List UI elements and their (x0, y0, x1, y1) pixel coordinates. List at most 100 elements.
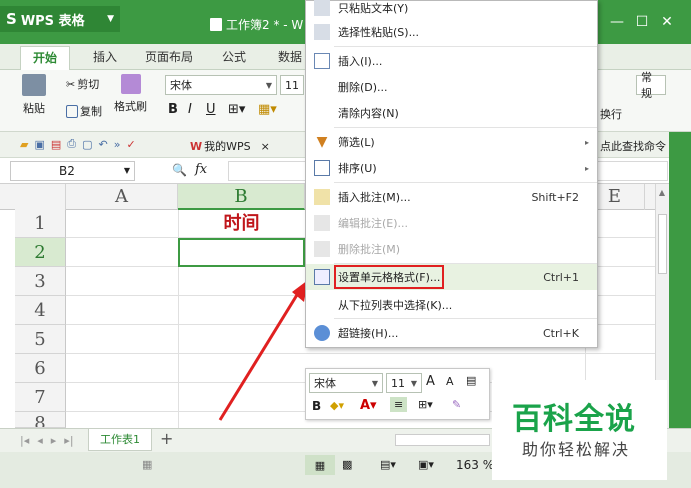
bold-button[interactable]: B (168, 102, 178, 117)
more-icon[interactable]: » (114, 138, 121, 151)
mini-toolbar: 宋体 ▼ 11 ▼ A A ▤ B ◆▾ A▾ ≡ ⊞▾ ✎ (305, 368, 490, 420)
paste-button[interactable]: 粘贴 (22, 74, 46, 116)
column-header-b[interactable]: B (178, 184, 305, 210)
add-sheet-button[interactable]: + (160, 429, 173, 448)
sheet-nav-buttons[interactable]: |◂ ◂ ▸ ▸| (20, 434, 74, 447)
font-size-select[interactable]: 11 (280, 75, 304, 95)
row-header-2[interactable]: 2 (15, 238, 66, 267)
name-box[interactable]: B2 ▼ (10, 161, 135, 181)
font-name-select[interactable]: 宋体 ▼ (165, 75, 277, 95)
underline-button[interactable]: U (206, 102, 216, 117)
tab-my-wps[interactable]: W 我的WPS × (190, 138, 270, 154)
menu-item-insert-comment[interactable]: 插入批注(M)... Shift+F2 (306, 184, 597, 210)
mini-font-color-button[interactable]: A▾ (360, 398, 377, 413)
clipboard-icon (22, 74, 46, 96)
sort-icon (314, 160, 330, 176)
tab-page-layout[interactable]: 页面布局 (145, 48, 193, 65)
fx-button[interactable]: fx (195, 162, 207, 177)
macro-record-icon[interactable]: ▦ (142, 458, 152, 471)
undo-icon[interactable]: ↶ (99, 138, 108, 151)
watermark-logo: 百科全说 助你轻松解决 (492, 380, 667, 480)
mini-border-button[interactable]: ⊞▾ (418, 398, 433, 411)
scroll-up-icon[interactable]: ▲ (656, 188, 668, 197)
menu-item-clear-contents[interactable]: 清除内容(N) (306, 100, 597, 126)
menu-item-paste-special[interactable]: 选择性粘贴(S)... (306, 19, 597, 45)
menu-item-delete-comment: 删除批注(M) (306, 236, 597, 262)
mini-fill-color-button[interactable]: ◆▾ (330, 399, 344, 412)
row-header-6[interactable]: 6 (15, 354, 66, 383)
align-center-icon: ≡ (394, 398, 404, 411)
mini-bold-button[interactable]: B (312, 399, 321, 413)
cut-button[interactable]: ✂ 剪切 (66, 76, 99, 92)
mini-format-icon[interactable]: ▤ (466, 374, 476, 387)
borders-button[interactable]: ⊞▾ (228, 102, 245, 117)
fill-color-button[interactable]: ▦▾ (258, 102, 277, 117)
format-painter-button[interactable]: 格式刷 (114, 74, 147, 114)
mini-align-center-button[interactable]: ≡ (390, 397, 408, 412)
find-command-button[interactable]: 点此查找命令 (600, 138, 666, 154)
save-icon[interactable]: ▣ (34, 138, 44, 151)
row-header-5[interactable]: 5 (15, 325, 66, 354)
tab-home[interactable]: 开始 (20, 46, 71, 70)
row-header-3[interactable]: 3 (15, 267, 66, 296)
tab-formula[interactable]: 公式 (222, 48, 246, 65)
tab-insert[interactable]: 插入 (93, 48, 117, 65)
normal-view-button[interactable]: ▦ (305, 455, 335, 475)
prev-sheet-icon[interactable]: ◂ (37, 434, 43, 447)
paste-text-icon (314, 0, 330, 16)
copy-button[interactable]: 复制 (66, 103, 102, 119)
row-header-4[interactable]: 4 (15, 296, 66, 325)
print-icon[interactable]: ⎙ (67, 137, 76, 151)
row-header-1[interactable]: 1 (15, 210, 66, 238)
sheet-tab-1[interactable]: 工作表1 (88, 429, 152, 451)
mini-font-name-select[interactable]: 宋体 ▼ (309, 373, 383, 393)
menu-item-hyperlink[interactable]: 超链接(H)... Ctrl+K (306, 320, 597, 346)
cell-b1[interactable]: 时间 (178, 210, 305, 238)
close-icon[interactable]: ✕ (655, 14, 679, 30)
minimize-icon[interactable]: — (605, 14, 629, 30)
page-layout-view-button[interactable]: ▤▾ (380, 458, 396, 471)
tab-data[interactable]: 数据 (278, 48, 302, 65)
number-format-select[interactable]: 常规 (636, 71, 666, 100)
shrink-font-button[interactable]: A (446, 375, 454, 388)
red-arrow-annotation (218, 280, 308, 421)
grow-font-button[interactable]: A (426, 374, 435, 389)
first-sheet-icon[interactable]: |◂ (20, 434, 29, 447)
row-header-7[interactable]: 7 (15, 383, 66, 412)
cell-b2-selected[interactable] (178, 238, 305, 267)
italic-button[interactable]: I (188, 102, 192, 117)
mini-format-painter-button[interactable]: ✎ (452, 398, 461, 411)
pdf-icon[interactable]: ▤ (51, 138, 61, 151)
menu-item-format-cells[interactable]: 设置单元格格式(F)... Ctrl+1 (306, 264, 597, 290)
horizontal-scrollbar[interactable] (395, 434, 490, 446)
last-sheet-icon[interactable]: ▸| (64, 434, 73, 447)
page-break-view-button[interactable]: ▩ (342, 458, 352, 471)
preview-icon[interactable]: ▢ (82, 138, 92, 151)
comment-add-icon (314, 189, 330, 205)
app-name: WPS 表格 (20, 13, 85, 29)
next-sheet-icon[interactable]: ▸ (51, 434, 57, 447)
menu-item-pick-from-list[interactable]: 从下拉列表中选择(K)... (306, 292, 597, 318)
pin-icon[interactable]: ✓ (126, 138, 135, 151)
submenu-arrow-icon: ▸ (584, 163, 589, 173)
menu-item-paste-text-only[interactable]: 只粘贴文本(Y) (306, 0, 597, 21)
app-menu-button[interactable]: S WPS 表格 ▼ (0, 6, 120, 32)
select-all-corner[interactable] (15, 184, 66, 210)
open-icon[interactable]: ▰ (20, 138, 28, 151)
zoom-search-icon[interactable]: 🔍 (172, 163, 187, 177)
close-tab-icon[interactable]: × (261, 140, 270, 153)
menu-item-delete[interactable]: 删除(D)... (306, 74, 597, 100)
filter-icon: ▼ (316, 134, 328, 150)
maximize-icon[interactable]: ☐ (630, 14, 654, 30)
wrap-text-button[interactable]: 换行 (600, 106, 622, 122)
scroll-thumb[interactable] (658, 214, 667, 274)
row-header-8[interactable]: 8 (15, 412, 66, 428)
menu-item-edit-comment: 编辑批注(E)... (306, 210, 597, 236)
menu-item-sort[interactable]: 排序(U) ▸ (306, 155, 597, 181)
menu-item-insert[interactable]: 插入(I)... (306, 48, 597, 74)
zoom-level[interactable]: 163 % (456, 458, 494, 472)
reading-view-button[interactable]: ▣▾ (418, 458, 434, 471)
mini-font-size-select[interactable]: 11 ▼ (386, 373, 422, 393)
menu-item-filter[interactable]: ▼ 筛选(L) ▸ (306, 129, 597, 155)
column-header-a[interactable]: A (66, 184, 178, 210)
